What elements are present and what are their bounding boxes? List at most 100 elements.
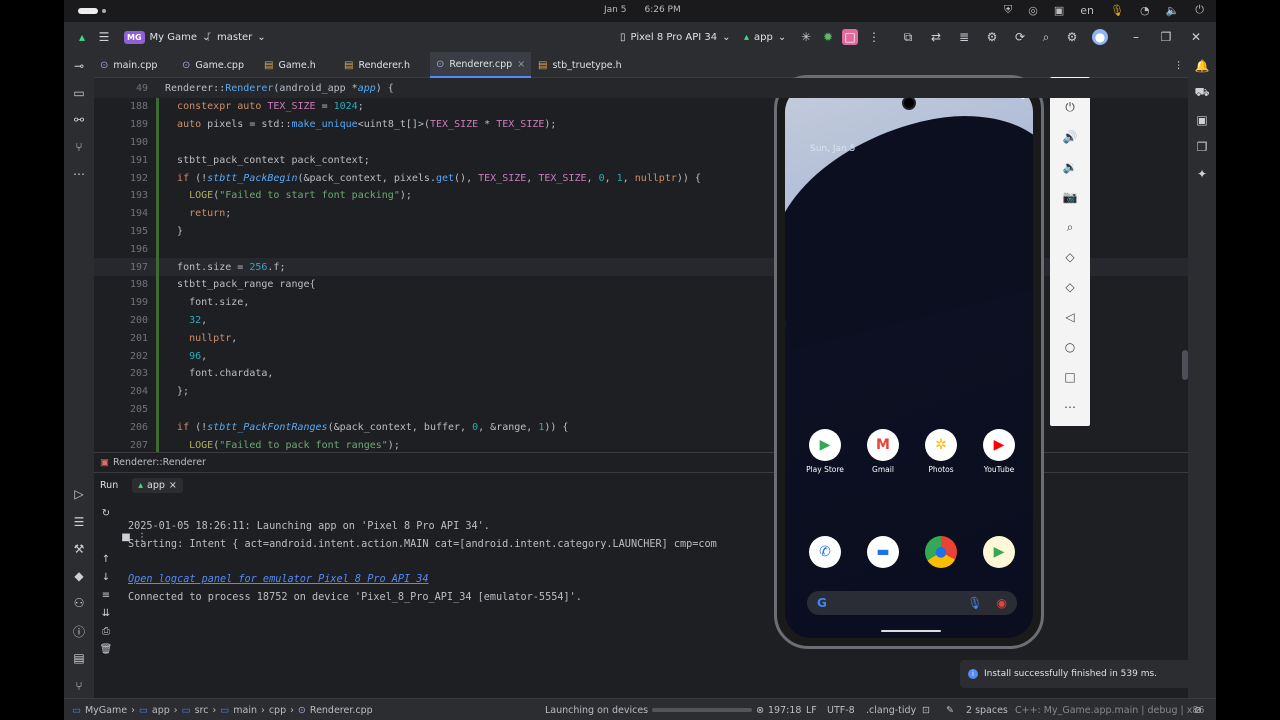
line-separator[interactable]: LF bbox=[806, 699, 817, 720]
line-number[interactable]: 198 bbox=[94, 279, 156, 290]
camera-icon[interactable]: 📷 bbox=[1062, 189, 1078, 205]
zoom-icon[interactable]: ⌕ bbox=[1062, 219, 1078, 235]
terminal-icon[interactable]: ▤ bbox=[71, 650, 87, 666]
read-only-toggle-icon[interactable]: ⊘ bbox=[1194, 699, 1202, 720]
tab-game-cpp[interactable]: ⊙ Game.cpp bbox=[176, 52, 250, 78]
apply-changes-button[interactable]: ✳ bbox=[798, 22, 814, 52]
path-segment[interactable]: app bbox=[152, 705, 170, 716]
cancel-task-icon[interactable]: ⊗ bbox=[756, 705, 764, 716]
more-actions-icon[interactable]: ⋮ bbox=[866, 22, 882, 52]
volume-up-icon[interactable]: 🔊 bbox=[1062, 129, 1078, 145]
logcat-icon[interactable]: ☰ bbox=[71, 514, 87, 530]
install-notification[interactable]: i Install successfully finished in 539 m… bbox=[960, 660, 1216, 688]
gradle-icon[interactable]: ⛟ bbox=[1194, 85, 1210, 101]
close-tab-icon[interactable]: × bbox=[169, 480, 177, 491]
more-tools-icon[interactable]: ⋯ bbox=[71, 166, 87, 182]
line-number[interactable]: 188 bbox=[94, 101, 156, 112]
line-number[interactable]: 204 bbox=[94, 386, 156, 397]
resource-manager-icon[interactable]: ⚯ bbox=[71, 112, 87, 128]
scroll-down-icon[interactable]: ↓ bbox=[98, 569, 114, 585]
file-encoding[interactable]: UTF-8 bbox=[827, 699, 855, 720]
change-marker[interactable] bbox=[156, 240, 159, 259]
close-window-icon[interactable]: ✕ bbox=[1188, 22, 1204, 52]
rotate-left-icon[interactable]: ◇ bbox=[1062, 249, 1078, 265]
app-play-store[interactable]: ▶ Play Store bbox=[800, 429, 850, 474]
linter-config[interactable]: .clang-tidy bbox=[866, 699, 916, 720]
notifications-icon[interactable]: 🔔 bbox=[1194, 58, 1210, 74]
system-clock[interactable]: Jan 5 6:26 PM bbox=[604, 5, 744, 15]
sync-gradle-icon[interactable]: ⟳ bbox=[1012, 22, 1028, 52]
app-photos[interactable]: ✲ Photos bbox=[916, 429, 966, 474]
gemini-icon[interactable]: ✦ bbox=[1194, 166, 1210, 182]
app-youtube[interactable]: ▶ YouTube bbox=[974, 429, 1024, 474]
sdk-manager-icon[interactable]: ⚙ bbox=[984, 22, 1000, 52]
line-number[interactable]: 200 bbox=[94, 315, 156, 326]
translate-icon[interactable]: ⇄ bbox=[928, 22, 944, 52]
path-segment[interactable]: Renderer.cpp bbox=[310, 705, 373, 716]
language-indicator[interactable]: en bbox=[1080, 4, 1094, 17]
build-context[interactable]: C++: My_Game.app.main | debug | x86 bbox=[1015, 699, 1204, 720]
power-icon[interactable]: ⏻ bbox=[1195, 3, 1204, 17]
home-icon[interactable]: ○ bbox=[1062, 339, 1078, 355]
line-number[interactable]: 196 bbox=[94, 244, 156, 255]
line-number[interactable]: 207 bbox=[94, 440, 156, 451]
path-segment[interactable]: MyGame bbox=[85, 705, 127, 716]
tab-renderer-h[interactable]: ▤ Renderer.h bbox=[338, 52, 416, 78]
main-menu-icon[interactable]: ☰ bbox=[96, 22, 112, 52]
more-options-icon[interactable]: ⋯ bbox=[1062, 399, 1078, 415]
editor-scrollbar[interactable] bbox=[1182, 350, 1188, 380]
wifi-icon[interactable]: ◔ bbox=[1140, 4, 1150, 17]
back-icon[interactable]: ◁ bbox=[1062, 309, 1078, 325]
device-selector[interactable]: ▯ Pixel 8 Pro API 34 ⌄ bbox=[620, 22, 731, 52]
branch-selector[interactable]: ᚴ master ⌄ bbox=[206, 22, 266, 52]
power-icon[interactable]: ⏻ bbox=[1062, 99, 1078, 115]
version-control-icon[interactable]: ⑂ bbox=[71, 678, 87, 694]
rerun-icon[interactable]: ↻ bbox=[98, 505, 114, 521]
line-number[interactable]: 191 bbox=[94, 155, 156, 166]
dock-phone[interactable]: ✆ bbox=[800, 536, 850, 572]
change-marker[interactable] bbox=[156, 400, 159, 419]
scroll-to-end-icon[interactable]: ⇊ bbox=[98, 605, 114, 621]
inspection-icon[interactable]: ✎ bbox=[946, 699, 954, 720]
line-number[interactable]: 206 bbox=[94, 422, 156, 433]
volume-down-icon[interactable]: 🔉 bbox=[1062, 159, 1078, 175]
line-number[interactable]: 189 bbox=[94, 119, 156, 130]
problems-icon[interactable]: ⓘ bbox=[71, 623, 87, 639]
dock-chrome[interactable]: ● bbox=[916, 536, 966, 572]
dock-play-store[interactable]: ▶ bbox=[974, 536, 1024, 572]
tab-renderer-cpp[interactable]: ⊙ Renderer.cpp × bbox=[430, 52, 532, 78]
line-number[interactable]: 203 bbox=[94, 368, 156, 379]
line-number[interactable]: 202 bbox=[94, 351, 156, 362]
caret-position[interactable]: 197:18 bbox=[768, 699, 801, 720]
overview-icon[interactable]: □ bbox=[1062, 369, 1078, 385]
run-config-selector[interactable]: ▴ app ⌄ bbox=[744, 22, 786, 52]
tab-main-cpp[interactable]: ⊙ main.cpp bbox=[94, 52, 163, 78]
microphone-icon[interactable]: 🎙 bbox=[967, 596, 982, 610]
build-icon[interactable]: ⚒ bbox=[71, 541, 87, 557]
line-number[interactable]: 192 bbox=[94, 173, 156, 184]
commit-icon[interactable]: ⊸ bbox=[71, 58, 87, 74]
soft-wrap-icon[interactable]: ≡ bbox=[98, 587, 114, 603]
app-gmail[interactable]: M Gmail bbox=[858, 429, 908, 474]
structure-icon[interactable]: ≣ bbox=[956, 22, 972, 52]
indent-setting[interactable]: 2 spaces bbox=[966, 699, 1008, 720]
home-date[interactable]: Sun, Jan 5 bbox=[810, 144, 855, 154]
clipboard-icon[interactable]: ▣ bbox=[1054, 4, 1064, 17]
line-number[interactable]: 199 bbox=[94, 297, 156, 308]
change-marker[interactable] bbox=[156, 133, 159, 152]
rotate-right-icon[interactable]: ◇ bbox=[1062, 279, 1078, 295]
print-icon[interactable]: ⎙ bbox=[98, 623, 114, 639]
tab-stb-truetype-h[interactable]: ▤ stb_truetype.h bbox=[532, 52, 628, 78]
volume-icon[interactable]: 🔈 bbox=[1166, 4, 1180, 17]
clear-all-icon[interactable]: 🗑 bbox=[98, 641, 114, 657]
project-selector[interactable]: MG My Game ⌄ bbox=[124, 22, 210, 52]
restore-window-icon[interactable]: ❐ bbox=[1158, 22, 1174, 52]
background-task[interactable]: Launching on devices ⊗ bbox=[545, 699, 764, 720]
debug-button[interactable]: ✹ bbox=[820, 22, 836, 52]
tab-overflow-menu[interactable]: ⋮ bbox=[1168, 52, 1190, 78]
lens-icon[interactable]: ◉ bbox=[997, 596, 1007, 610]
run-panel-icon[interactable]: ▷ bbox=[71, 486, 87, 502]
shield-icon[interactable]: ⛨ bbox=[1004, 3, 1012, 17]
line-number[interactable]: 201 bbox=[94, 333, 156, 344]
line-number[interactable]: 194 bbox=[94, 208, 156, 219]
